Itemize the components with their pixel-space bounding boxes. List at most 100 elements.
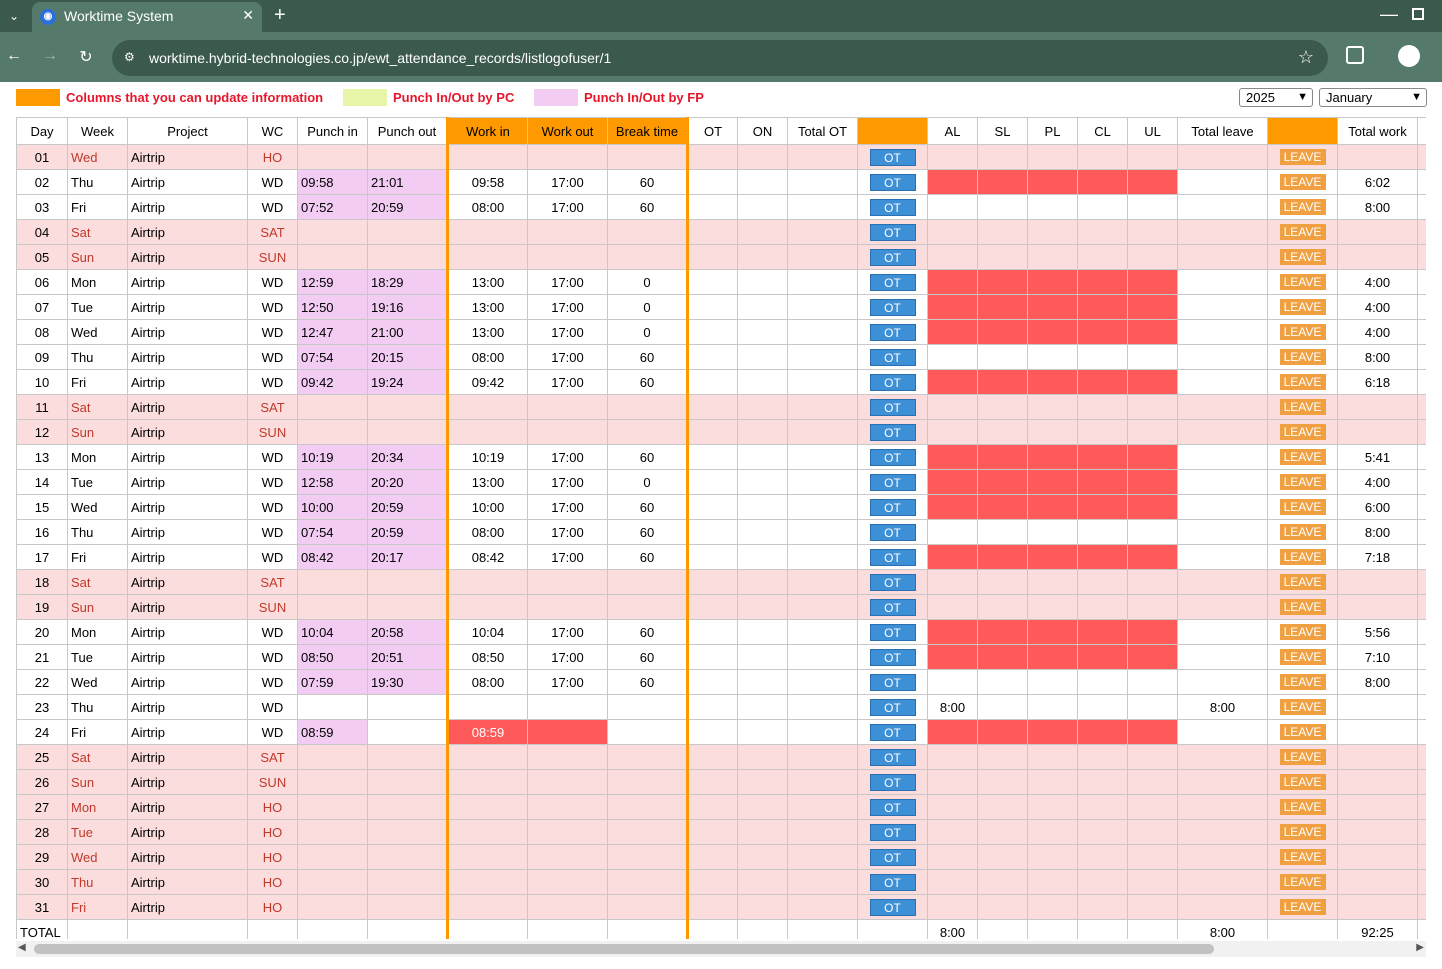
work-out-cell[interactable]: 17:00 (527, 544, 608, 570)
leave-button[interactable]: LEAVE (1279, 299, 1326, 315)
work-out-cell[interactable] (527, 869, 608, 895)
work-out-cell[interactable]: 17:00 (527, 444, 608, 470)
work-out-cell[interactable]: 17:00 (527, 644, 608, 670)
leave-button[interactable]: LEAVE (1279, 574, 1326, 590)
work-in-cell[interactable]: 09:42 (446, 369, 528, 395)
ot-button[interactable]: OT (869, 423, 916, 441)
work-in-cell[interactable] (446, 594, 528, 620)
leave-button[interactable]: LEAVE (1279, 324, 1326, 340)
work-out-cell[interactable]: 17:00 (527, 294, 608, 320)
break-time-cell[interactable] (607, 219, 689, 245)
work-in-cell[interactable]: 08:50 (446, 644, 528, 670)
break-time-cell[interactable] (607, 569, 689, 595)
work-in-cell[interactable] (446, 694, 528, 720)
work-out-cell[interactable]: 17:00 (527, 369, 608, 395)
leave-button[interactable]: LEAVE (1279, 249, 1326, 265)
break-time-cell[interactable] (607, 894, 689, 920)
work-in-cell[interactable]: 08:00 (446, 669, 528, 695)
reload-icon[interactable]: ↻ (76, 47, 96, 67)
work-out-cell[interactable]: 17:00 (527, 344, 608, 370)
ot-button[interactable]: OT (869, 673, 916, 691)
break-time-cell[interactable]: 60 (607, 619, 689, 645)
leave-button[interactable]: LEAVE (1279, 399, 1326, 415)
ot-button[interactable]: OT (869, 548, 916, 566)
break-time-cell[interactable]: 60 (607, 344, 689, 370)
break-time-cell[interactable] (607, 769, 689, 795)
break-time-cell[interactable]: 60 (607, 544, 689, 570)
ot-button[interactable]: OT (869, 873, 916, 891)
work-out-cell[interactable] (527, 144, 608, 170)
leave-button[interactable]: LEAVE (1279, 799, 1326, 815)
leave-button[interactable]: LEAVE (1279, 224, 1326, 240)
break-time-cell[interactable]: 60 (607, 644, 689, 670)
work-in-cell[interactable] (446, 569, 528, 595)
leave-button[interactable]: LEAVE (1279, 549, 1326, 565)
work-out-cell[interactable]: 17:00 (527, 619, 608, 645)
ot-button[interactable]: OT (869, 623, 916, 641)
ot-button[interactable]: OT (869, 198, 916, 216)
ot-button[interactable]: OT (869, 373, 916, 391)
break-time-cell[interactable]: 60 (607, 519, 689, 545)
work-in-cell[interactable] (446, 419, 528, 445)
break-time-cell[interactable]: 0 (607, 319, 689, 345)
year-select[interactable]: 2025 ▼ (1239, 88, 1313, 107)
break-time-cell[interactable]: 60 (607, 669, 689, 695)
break-time-cell[interactable]: 60 (607, 369, 689, 395)
leave-button[interactable]: LEAVE (1279, 699, 1326, 715)
break-time-cell[interactable]: 0 (607, 469, 689, 495)
break-time-cell[interactable]: 60 (607, 194, 689, 220)
extensions-icon[interactable] (1346, 46, 1364, 64)
break-time-cell[interactable] (607, 869, 689, 895)
leave-button[interactable]: LEAVE (1279, 649, 1326, 665)
break-time-cell[interactable] (607, 594, 689, 620)
work-in-cell[interactable]: 10:19 (446, 444, 528, 470)
work-out-cell[interactable] (527, 819, 608, 845)
break-time-cell[interactable]: 0 (607, 294, 689, 320)
work-in-cell[interactable] (446, 219, 528, 245)
break-time-cell[interactable] (607, 144, 689, 170)
work-out-cell[interactable]: 17:00 (527, 469, 608, 495)
scrollbar-thumb[interactable] (34, 944, 1214, 954)
work-out-cell[interactable] (527, 719, 608, 745)
work-out-cell[interactable] (527, 744, 608, 770)
work-in-cell[interactable]: 09:58 (446, 169, 528, 195)
leave-button[interactable]: LEAVE (1279, 674, 1326, 690)
work-in-cell[interactable]: 13:00 (446, 469, 528, 495)
ot-button[interactable]: OT (869, 273, 916, 291)
new-tab-icon[interactable]: + (274, 4, 286, 27)
address-bar[interactable]: ⚙ worktime.hybrid-technologies.co.jp/ewt… (112, 40, 1328, 76)
leave-button[interactable]: LEAVE (1279, 274, 1326, 290)
work-out-cell[interactable]: 17:00 (527, 494, 608, 520)
ot-button[interactable]: OT (869, 223, 916, 241)
work-in-cell[interactable] (446, 819, 528, 845)
profile-avatar-icon[interactable] (1398, 45, 1420, 67)
scroll-left-icon[interactable]: ◀ (18, 942, 26, 953)
leave-button[interactable]: LEAVE (1279, 449, 1326, 465)
ot-button[interactable]: OT (869, 473, 916, 491)
break-time-cell[interactable] (607, 719, 689, 745)
horizontal-scrollbar[interactable]: ◀ ▶ (16, 941, 1426, 957)
work-in-cell[interactable] (446, 244, 528, 270)
ot-button[interactable]: OT (869, 598, 916, 616)
break-time-cell[interactable] (607, 244, 689, 270)
ot-button[interactable]: OT (869, 798, 916, 816)
ot-button[interactable]: OT (869, 248, 916, 266)
work-in-cell[interactable]: 10:04 (446, 619, 528, 645)
minimize-icon[interactable]: — (1380, 4, 1398, 25)
leave-button[interactable]: LEAVE (1279, 174, 1326, 190)
work-out-cell[interactable] (527, 844, 608, 870)
ot-button[interactable]: OT (869, 573, 916, 591)
work-out-cell[interactable]: 17:00 (527, 519, 608, 545)
leave-button[interactable]: LEAVE (1279, 199, 1326, 215)
ot-button[interactable]: OT (869, 698, 916, 716)
work-in-cell[interactable] (446, 894, 528, 920)
break-time-cell[interactable] (607, 394, 689, 420)
work-out-cell[interactable]: 17:00 (527, 319, 608, 345)
ot-button[interactable]: OT (869, 523, 916, 541)
back-icon[interactable]: ← (4, 47, 24, 65)
work-in-cell[interactable] (446, 769, 528, 795)
leave-button[interactable]: LEAVE (1279, 824, 1326, 840)
work-out-cell[interactable] (527, 794, 608, 820)
leave-button[interactable]: LEAVE (1279, 349, 1326, 365)
work-out-cell[interactable] (527, 244, 608, 270)
